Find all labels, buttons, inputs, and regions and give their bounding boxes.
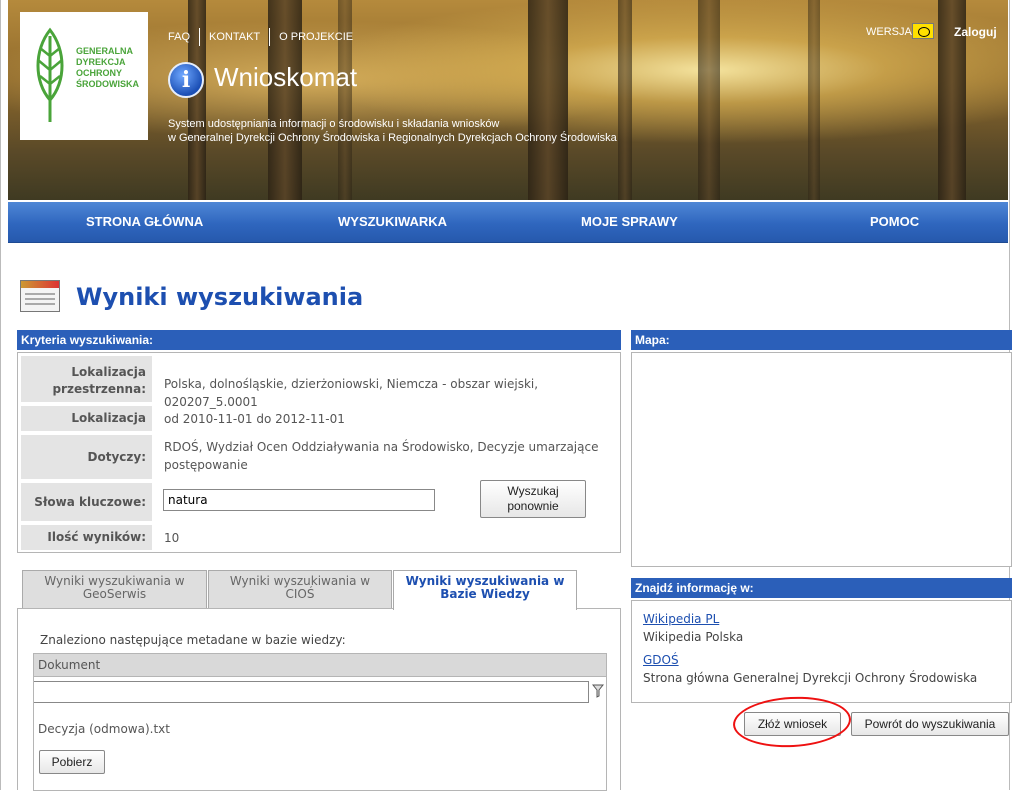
page-title: Wyniki wyszukiwania (76, 283, 364, 311)
spatial-label: Lokalizacja przestrzenna: (21, 356, 152, 402)
back-to-search-button[interactable]: Powrót do wyszukiwania (851, 712, 1009, 736)
concerns-label: Dotyczy: (21, 435, 152, 479)
wikipedia-link[interactable]: Wikipedia PL (643, 612, 719, 626)
document-item[interactable]: Decyzja (odmowa).txt (38, 722, 170, 736)
results-count-value: 10 (164, 531, 180, 545)
search-again-button[interactable]: Wyszukaj ponownie (480, 480, 586, 518)
eye-icon[interactable] (912, 23, 934, 39)
nav-my-cases[interactable]: MOJE SPRAWY (581, 202, 678, 242)
criteria-panel: Lokalizacja przestrzenna: Polska, dolnośl… (17, 352, 621, 553)
top-links: FAQ KONTAKT O PROJEKCIE (168, 28, 353, 46)
version-label: WERSJA: (866, 26, 915, 38)
download-button[interactable]: Pobierz (39, 750, 105, 774)
leaf-icon (36, 27, 64, 122)
document-column-header: Dokument (33, 653, 607, 677)
map-header: Mapa: (631, 330, 1012, 350)
faq-link[interactable]: FAQ (168, 31, 190, 43)
spatial-value: Polska, dolnośląskie, dzierżoniowski, Ni… (164, 377, 539, 409)
contact-link[interactable]: KONTAKT (209, 31, 260, 43)
nav-help[interactable]: POMOC (870, 202, 919, 242)
tab-knowledge-base[interactable]: Wyniki wyszukiwania w Bazie Wiedzy (393, 570, 577, 610)
gdos-desc: Strona główna Generalnej Dyrekcji Ochron… (643, 671, 978, 685)
wikipedia-desc: Wikipedia Polska (643, 630, 744, 644)
tab-cios[interactable]: Wyniki wyszukiwania w CIOŚ (208, 570, 392, 608)
time-value: od 2010-11-01 do 2012-11-01 (164, 412, 345, 426)
found-text: Znaleziono następujące metadane w bazie … (40, 633, 346, 647)
map-area[interactable] (631, 352, 1012, 567)
criteria-header: Kryteria wyszukiwania: (17, 330, 621, 350)
header-banner: GENERALNA DYREKCJA OCHRONY ŚRODOWISKA FA… (8, 0, 1008, 200)
find-info-panel: Wikipedia PL Wikipedia Polska GDOŚ Stron… (631, 600, 1012, 703)
logo-text: GENERALNA DYREKCJA OCHRONY ŚRODOWISKA (76, 46, 139, 89)
results-count-label: Ilość wyników: (21, 525, 152, 550)
gdos-link[interactable]: GDOŚ (643, 653, 679, 667)
keywords-label: Słowa kluczowe: (21, 483, 152, 521)
nav-search[interactable]: WYSZUKIWARKA (338, 202, 447, 242)
nav-home[interactable]: STRONA GŁÓWNA (86, 202, 203, 242)
app-title: Wnioskomat (214, 62, 358, 92)
login-link[interactable]: Zaloguj (954, 25, 997, 39)
gdos-logo[interactable]: GENERALNA DYREKCJA OCHRONY ŚRODOWISKA (20, 12, 148, 140)
knowledge-panel: Znaleziono następujące metadane w bazie … (17, 608, 621, 791)
find-info-header: Znajdź informację w: (631, 578, 1012, 598)
about-link[interactable]: O PROJEKCIE (279, 31, 353, 43)
info-icon: i (168, 62, 204, 98)
keywords-input[interactable]: natura (163, 489, 435, 511)
app-subtitle: System udostępniania informacji o środow… (168, 118, 617, 144)
results-page-icon (20, 280, 60, 312)
main-nav: STRONA GŁÓWNA WYSZUKIWARKA MOJE SPRAWY P… (8, 202, 1008, 243)
concerns-value: RDOŚ, Wydział Ocen Oddziaływania na Środ… (164, 440, 599, 472)
time-label: Lokalizacja czasowa: (21, 406, 152, 450)
tab-geoserwis[interactable]: Wyniki wyszukiwania w GeoSerwis (22, 570, 207, 608)
